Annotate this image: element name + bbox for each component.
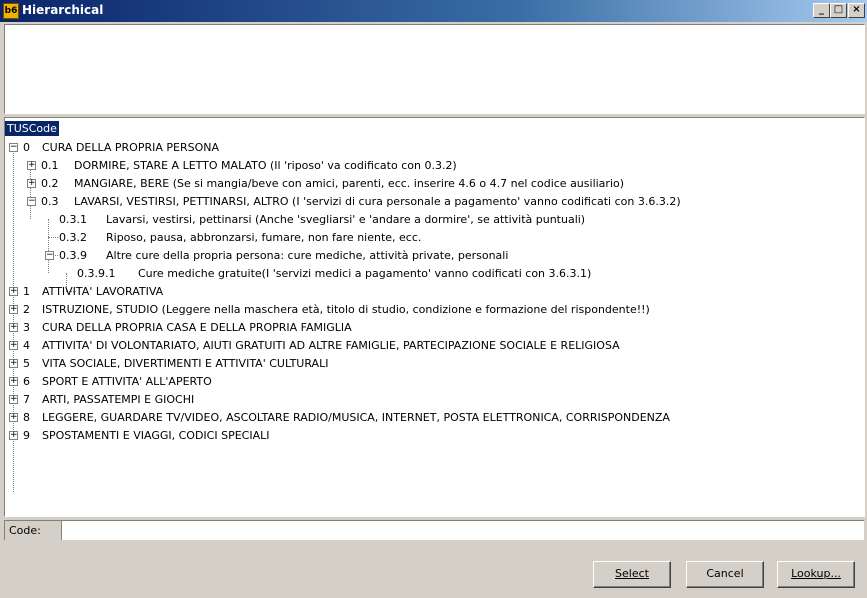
tree-node-2[interactable]: +2 ISTRUZIONE, STUDIO (Leggere nella masc… xyxy=(5,301,860,319)
tree-node-code: 0.3.1 xyxy=(59,213,87,226)
tree-node-1[interactable]: +1 ATTIVITA' LAVORATIVA xyxy=(5,283,860,301)
app-icon: b6 xyxy=(3,3,19,19)
tree-node-5[interactable]: +5 VITA SOCIALE, DIVERTIMENTI E ATTIVITA'… xyxy=(5,355,860,373)
expand-icon[interactable]: + xyxy=(27,161,36,170)
expand-icon[interactable]: + xyxy=(9,341,18,350)
tree-node-code: 9 xyxy=(23,429,30,442)
title-bar[interactable]: b6 Hierarchical _ □ × xyxy=(0,0,867,22)
tree-node-code: 0.3.9.1 xyxy=(77,267,116,280)
close-button[interactable]: × xyxy=(848,3,865,18)
expand-icon[interactable]: + xyxy=(9,287,18,296)
tree-node-6[interactable]: +6 SPORT E ATTIVITA' ALL'APERTO xyxy=(5,373,860,391)
code-bar: Code: xyxy=(4,520,864,540)
collapse-icon[interactable]: − xyxy=(9,143,18,152)
expand-icon[interactable]: + xyxy=(9,305,18,314)
tree-node-label: Altre cure della propria persona: cure m… xyxy=(106,249,509,262)
tree-node-label: Lavarsi, vestirsi, pettinarsi (Anche 'sv… xyxy=(106,213,586,226)
tree-node-label: Cure mediche gratuite(I 'servizi medici … xyxy=(138,267,592,280)
tree-node-code: 7 xyxy=(23,393,30,406)
tree-node-8[interactable]: +8 LEGGERE, GUARDARE TV/VIDEO, ASCOLTARE … xyxy=(5,409,860,427)
tree-node-code: 0.2 xyxy=(41,177,59,190)
collapse-icon[interactable]: − xyxy=(27,197,36,206)
tree-node-9[interactable]: +9 SPOSTAMENTI E VIAGGI, CODICI SPECIALI xyxy=(5,427,860,445)
tree-node-0-2[interactable]: +0.2 MANGIARE, BERE (Se si mangia/beve co… xyxy=(5,175,860,193)
tree-node-label: LAVARSI, VESTIRSI, PETTINARSI, ALTRO (I … xyxy=(74,195,681,208)
tree-node-code: 2 xyxy=(23,303,30,316)
tree-node-3[interactable]: +3 CURA DELLA PROPRIA CASA E DELLA PROPRI… xyxy=(5,319,860,337)
tree-node-7[interactable]: +7 ARTI, PASSATEMPI E GIOCHI xyxy=(5,391,860,409)
tree-node-code: 5 xyxy=(23,357,30,370)
tree-node-code: 0.3.9 xyxy=(59,249,87,262)
expand-icon[interactable]: + xyxy=(9,395,18,404)
collapse-icon[interactable]: − xyxy=(45,251,54,260)
tree-node-code: 4 xyxy=(23,339,30,352)
expand-icon[interactable]: + xyxy=(9,431,18,440)
tree-node-code: 0 xyxy=(23,141,30,154)
tree-node-0-3-1[interactable]: 0.3.1 Lavarsi, vestirsi, pettinarsi (Anch… xyxy=(5,211,860,229)
tree-node-0-3-2[interactable]: 0.3.2 Riposo, pausa, abbronzarsi, fumare,… xyxy=(5,229,860,247)
tree-node-code: 6 xyxy=(23,375,30,388)
tree-node-code: 0.3 xyxy=(41,195,59,208)
tree-node-label: DORMIRE, STARE A LETTO MALATO (Il 'ripos… xyxy=(74,159,457,172)
tree-node-label: SPOSTAMENTI E VIAGGI, CODICI SPECIALI xyxy=(42,429,270,442)
tree-root-label[interactable]: TUSCode xyxy=(5,121,59,136)
tree-node-label: ARTI, PASSATEMPI E GIOCHI xyxy=(42,393,195,406)
tree-node-code: 0.1 xyxy=(41,159,59,172)
tree-node-code: 0.3.2 xyxy=(59,231,87,244)
tree-node-label: ATTIVITA' DI VOLONTARIATO, AIUTI GRATUIT… xyxy=(42,339,620,352)
tree-node-0-3-9-1[interactable]: 0.3.9.1 Cure mediche gratuite(I 'servizi … xyxy=(5,265,860,283)
tree-node-code: 8 xyxy=(23,411,30,424)
tree-node-label: CURA DELLA PROPRIA CASA E DELLA PROPRIA … xyxy=(42,321,352,334)
tree-node-label: ISTRUZIONE, STUDIO (Leggere nella masche… xyxy=(42,303,650,316)
expand-icon[interactable]: + xyxy=(9,377,18,386)
expand-icon[interactable]: + xyxy=(9,323,18,332)
lookup-button[interactable]: Lookup... xyxy=(777,561,855,588)
tree-node-label: SPORT E ATTIVITA' ALL'APERTO xyxy=(42,375,212,388)
tree-node-0-1[interactable]: +0.1 DORMIRE, STARE A LETTO MALATO (Il 'r… xyxy=(5,157,860,175)
window-title: Hierarchical xyxy=(22,3,104,17)
cancel-button[interactable]: Cancel xyxy=(686,561,764,588)
tree-node-label: CURA DELLA PROPRIA PERSONA xyxy=(42,141,219,154)
code-label: Code: xyxy=(5,521,62,540)
tree-node-label: Riposo, pausa, abbronzarsi, fumare, non … xyxy=(106,231,422,244)
expand-icon[interactable]: + xyxy=(27,179,36,188)
tree-node-0[interactable]: −0 CURA DELLA PROPRIA PERSONA xyxy=(5,139,860,157)
tree-node-label: VITA SOCIALE, DIVERTIMENTI E ATTIVITA' C… xyxy=(42,357,329,370)
minimize-button[interactable]: _ xyxy=(813,3,830,18)
expand-icon[interactable]: + xyxy=(9,359,18,368)
tree-node-4[interactable]: +4 ATTIVITA' DI VOLONTARIATO, AIUTI GRATU… xyxy=(5,337,860,355)
tree-node-code: 1 xyxy=(23,285,30,298)
code-input[interactable] xyxy=(63,522,862,540)
tree-node-label: LEGGERE, GUARDARE TV/VIDEO, ASCOLTARE RA… xyxy=(42,411,670,424)
select-button[interactable]: Select xyxy=(593,561,671,588)
tree-node-label: ATTIVITA' LAVORATIVA xyxy=(42,285,164,298)
tree-node-0-3[interactable]: −0.3 LAVARSI, VESTIRSI, PETTINARSI, ALTRO… xyxy=(5,193,860,211)
maximize-button[interactable]: □ xyxy=(830,3,847,18)
tree-node-code: 3 xyxy=(23,321,30,334)
expand-icon[interactable]: + xyxy=(9,413,18,422)
description-panel xyxy=(4,24,865,114)
tree-node-0-3-9[interactable]: −0.3.9 Altre cure della propria persona: … xyxy=(5,247,860,265)
tree-node-label: MANGIARE, BERE (Se si mangia/beve con am… xyxy=(74,177,625,190)
tree-view[interactable]: TUSCode −0 CURA DELLA PROPRIA PERSONA +0.1… xyxy=(4,117,865,517)
